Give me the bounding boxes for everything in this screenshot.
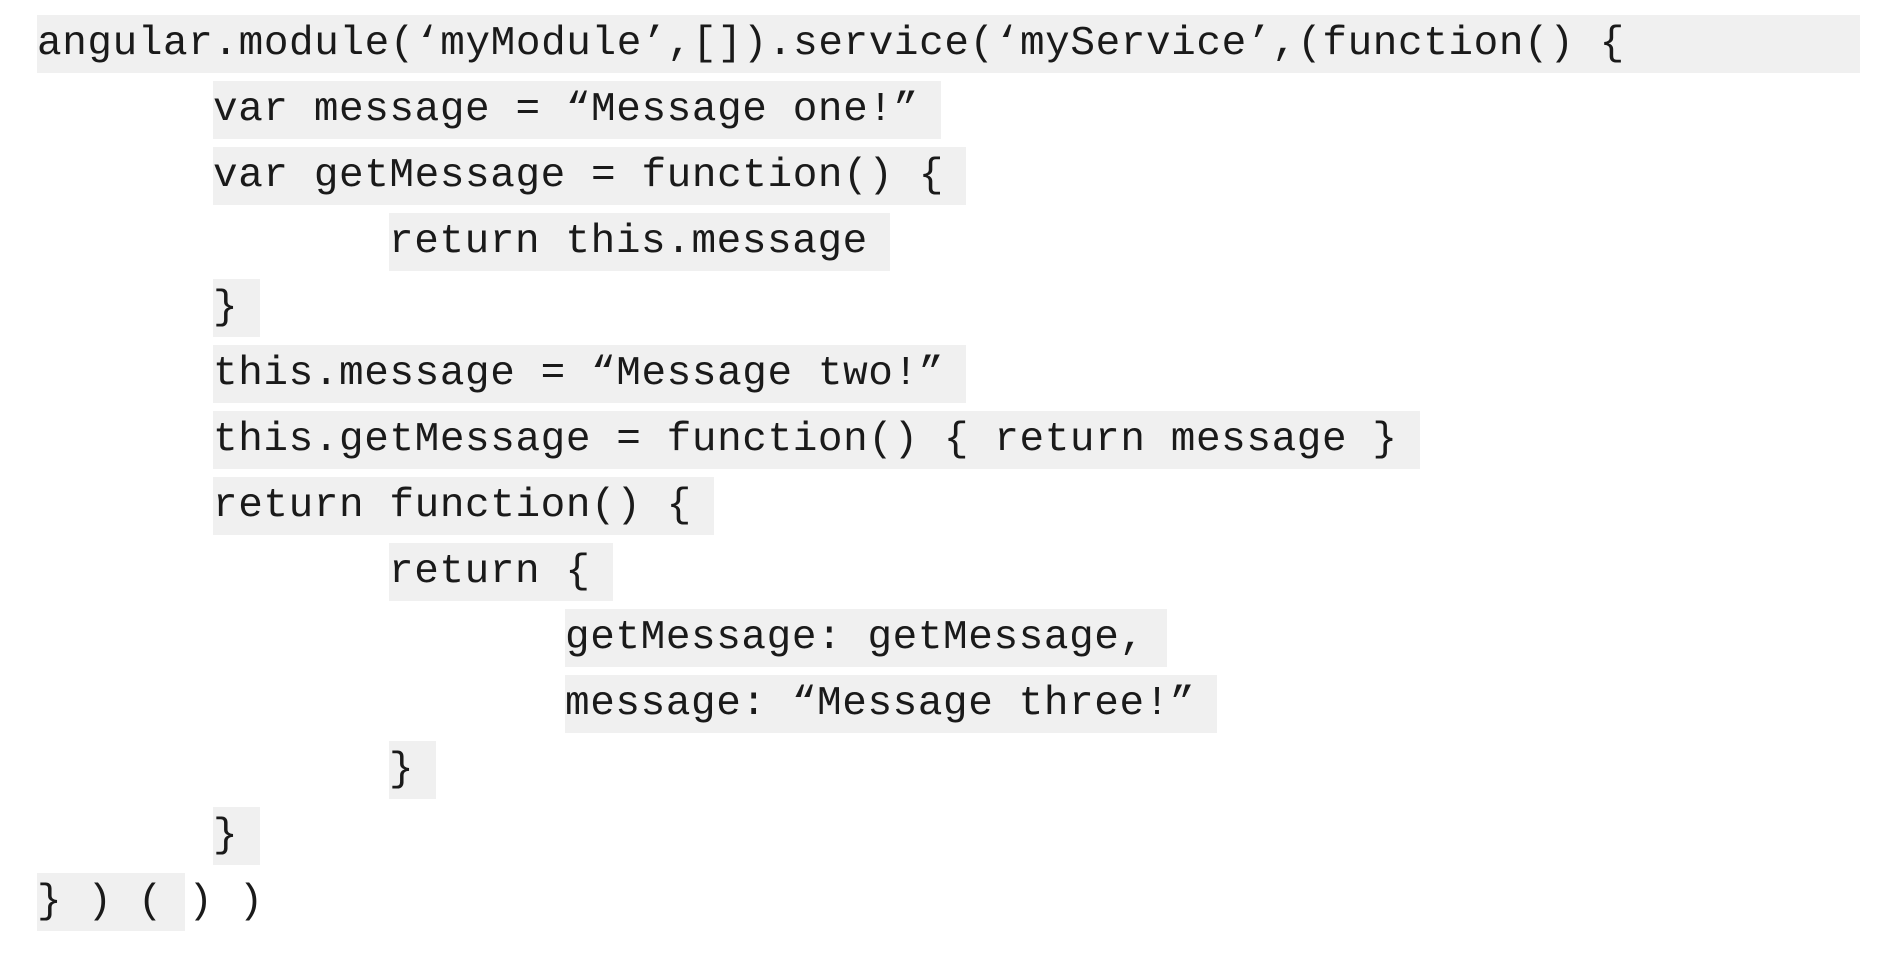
code-line: return {: [37, 543, 1897, 609]
code-block: angular.module(‘myModule’,[]).service(‘m…: [37, 15, 1897, 939]
code-line-text: var message = “Message one!”: [213, 81, 941, 139]
code-line: this.message = “Message two!”: [37, 345, 1897, 411]
code-line-text: this.getMessage = function() { return me…: [213, 411, 1420, 469]
code-line-text: var getMessage = function() {: [213, 147, 966, 205]
code-line: message: “Message three!”: [37, 675, 1897, 741]
code-line: angular.module(‘myModule’,[]).service(‘m…: [37, 15, 1897, 81]
code-line: }: [37, 741, 1897, 807]
code-line: var message = “Message one!”: [37, 81, 1897, 147]
code-line-text: return this.message: [389, 213, 890, 271]
code-line: }: [37, 279, 1897, 345]
code-line: var getMessage = function() {: [37, 147, 1897, 213]
code-line-text: } ) ( ) ): [37, 873, 264, 931]
code-line-text: this.message = “Message two!”: [213, 345, 966, 403]
code-line-text: message: “Message three!”: [565, 675, 1218, 733]
code-line: } ) ( ) ): [37, 873, 1897, 939]
code-line: getMessage: getMessage,: [37, 609, 1897, 675]
code-line-text: }: [213, 279, 261, 337]
code-line-text: angular.module(‘myModule’,[]).service(‘m…: [37, 15, 1860, 73]
code-line-text: }: [213, 807, 261, 865]
code-line-text: getMessage: getMessage,: [565, 609, 1167, 667]
code-line-text: return {: [389, 543, 613, 601]
code-line: return this.message: [37, 213, 1897, 279]
code-line: this.getMessage = function() { return me…: [37, 411, 1897, 477]
code-line: }: [37, 807, 1897, 873]
code-line-text: return function() {: [213, 477, 714, 535]
code-line: return function() {: [37, 477, 1897, 543]
code-line-text: }: [389, 741, 437, 799]
